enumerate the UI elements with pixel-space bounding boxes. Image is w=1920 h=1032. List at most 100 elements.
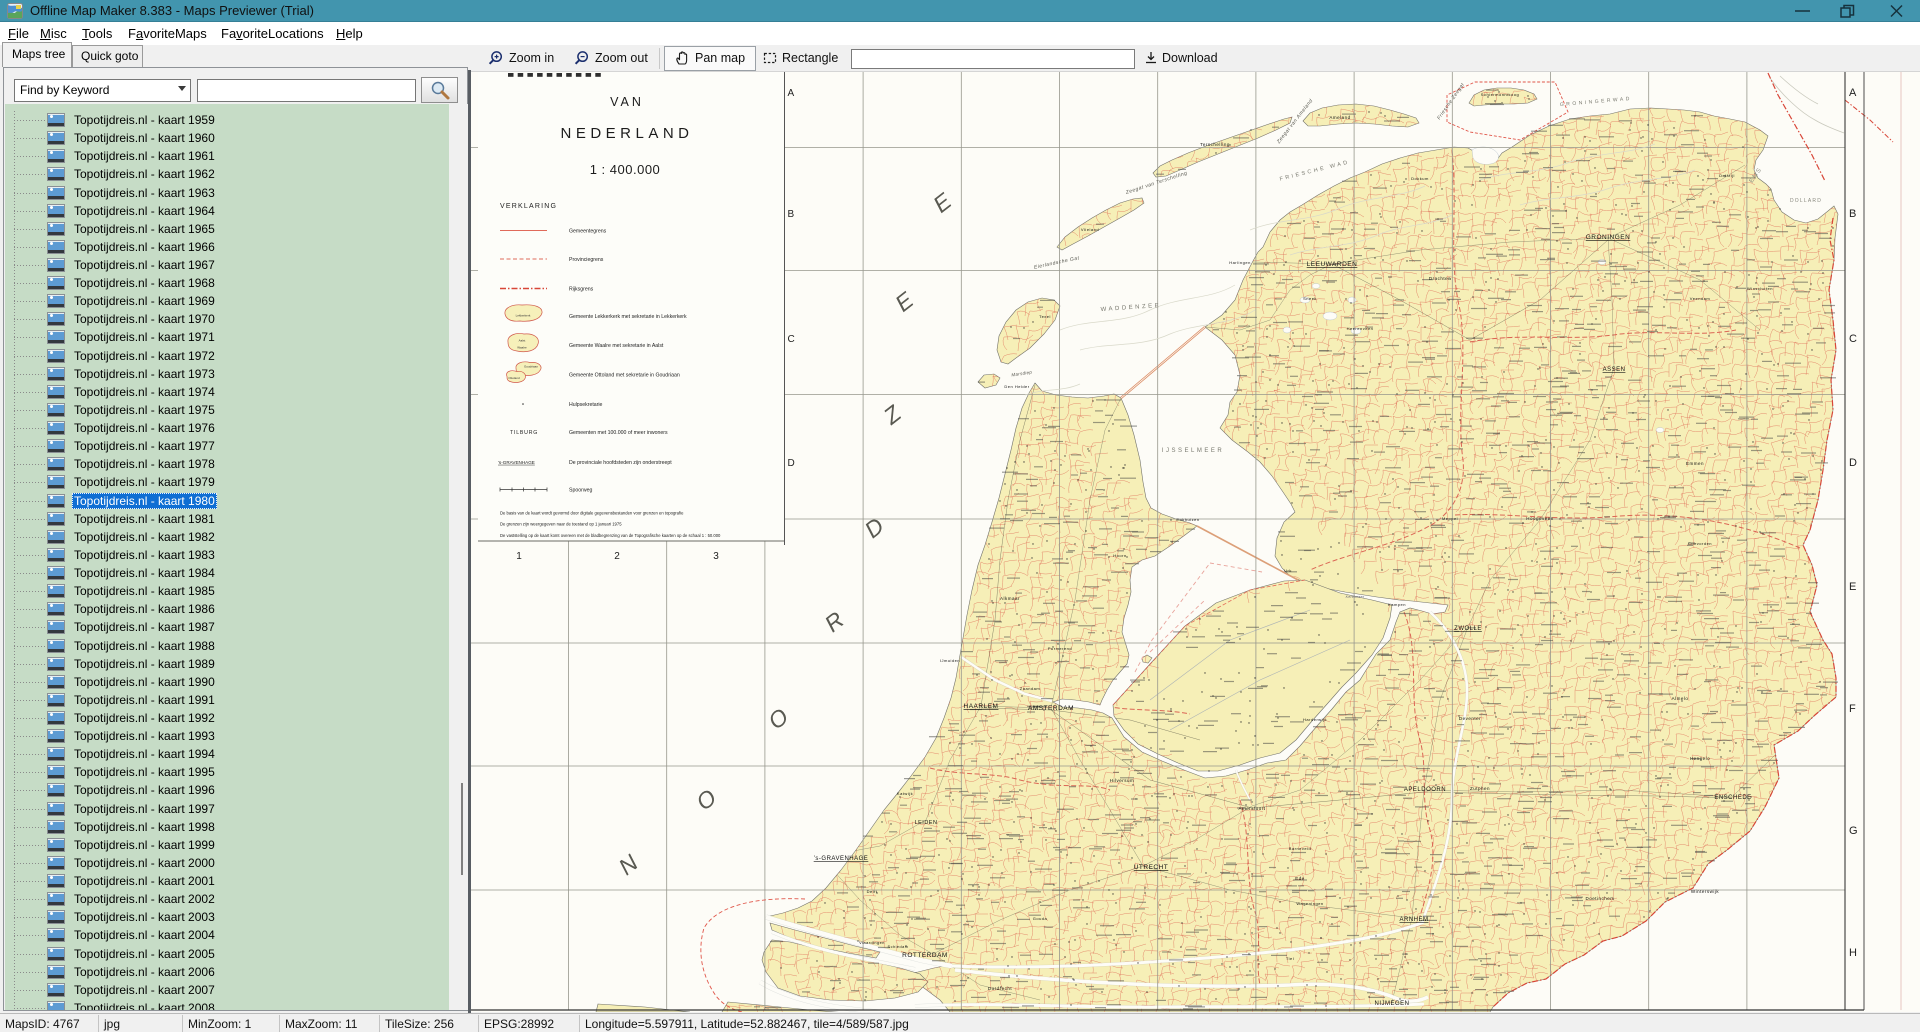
svg-text:VERKLARING: VERKLARING bbox=[500, 203, 557, 210]
svg-text:Delft: Delft bbox=[867, 889, 878, 894]
svg-text:Vlaardingen: Vlaardingen bbox=[859, 941, 885, 945]
svg-text:Goudriaan: Goudriaan bbox=[524, 365, 538, 369]
svg-text:Tiel: Tiel bbox=[1286, 956, 1294, 961]
svg-text:D: D bbox=[1849, 457, 1857, 469]
svg-text:Provinciegrens: Provinciegrens bbox=[569, 257, 604, 263]
svg-text:B: B bbox=[788, 209, 795, 220]
svg-text:Zutphen: Zutphen bbox=[1470, 786, 1490, 791]
svg-text:A: A bbox=[788, 88, 795, 99]
svg-text:Heerenveen: Heerenveen bbox=[1347, 326, 1374, 331]
svg-text:Texel: Texel bbox=[1039, 314, 1051, 319]
svg-text:Katwijk: Katwijk bbox=[897, 791, 913, 796]
svg-text:Hulpsekretarie: Hulpsekretarie bbox=[569, 402, 603, 408]
svg-text:Doetinchem: Doetinchem bbox=[1585, 896, 1614, 901]
svg-text:Drachten: Drachten bbox=[1429, 276, 1451, 281]
svg-text:IJSSELMEER: IJSSELMEER bbox=[1162, 448, 1224, 454]
svg-text:Sneek: Sneek bbox=[1303, 296, 1317, 301]
svg-text:Winschoten: Winschoten bbox=[1747, 286, 1773, 291]
svg-text:NEDERLAND: NEDERLAND bbox=[560, 125, 693, 142]
svg-text:Vlieland: Vlieland bbox=[1081, 227, 1099, 232]
svg-text:3: 3 bbox=[713, 551, 719, 562]
svg-text:Den Helder: Den Helder bbox=[1004, 384, 1029, 389]
svg-text:Terschelling: Terschelling bbox=[1200, 142, 1230, 147]
svg-text:VAN: VAN bbox=[610, 95, 644, 109]
svg-text:LEIDEN: LEIDEN bbox=[915, 820, 938, 826]
svg-text:Barneveld: Barneveld bbox=[1289, 846, 1312, 851]
svg-text:Gemeente Ottoland met sekretar: Gemeente Ottoland met sekretarie in Goud… bbox=[569, 372, 680, 378]
svg-text:Wageningen: Wageningen bbox=[1296, 901, 1323, 906]
svg-text:Emmen: Emmen bbox=[1686, 461, 1704, 466]
svg-text:HAARLEM: HAARLEM bbox=[964, 703, 999, 710]
svg-text:G: G bbox=[1849, 825, 1858, 837]
svg-text:ASSEN: ASSEN bbox=[1603, 367, 1626, 373]
svg-text:E: E bbox=[1849, 581, 1856, 593]
svg-text:De vaststelling op de kaart ko: De vaststelling op de kaart komt overeen… bbox=[500, 533, 721, 538]
svg-text:Gemeenten met 100.000 of meer: Gemeenten met 100.000 of meer inwoners bbox=[569, 430, 668, 436]
svg-text:Purmerend: Purmerend bbox=[1048, 646, 1072, 651]
svg-text:’s-GRAVENHAGE: ’s-GRAVENHAGE bbox=[814, 856, 869, 862]
svg-text:Almelo: Almelo bbox=[1672, 696, 1689, 701]
svg-text:Gouda: Gouda bbox=[1033, 916, 1048, 921]
svg-text:Gemeente Lekkerkerk met sekret: Gemeente Lekkerkerk met sekretarie in Le… bbox=[569, 314, 687, 320]
svg-text:Harderwijk: Harderwijk bbox=[1303, 717, 1327, 722]
svg-text:Coevorden: Coevorden bbox=[1688, 541, 1712, 546]
svg-text:Dordrecht: Dordrecht bbox=[988, 986, 1013, 991]
svg-text:’s-GRAVENHAGE: ’s-GRAVENHAGE bbox=[498, 460, 535, 465]
svg-text:Hoorn: Hoorn bbox=[1113, 553, 1126, 558]
svg-text:Rijksgrens: Rijksgrens bbox=[569, 286, 594, 292]
svg-text:ZWOLLE: ZWOLLE bbox=[1454, 626, 1482, 632]
svg-text:LEEUWARDEN: LEEUWARDEN bbox=[1307, 261, 1358, 268]
svg-text:Aalst: Aalst bbox=[519, 339, 526, 343]
svg-text:De grenzen zijn weergegeven na: De grenzen zijn weergegeven naar de toes… bbox=[500, 522, 622, 527]
svg-text:Schiermonnikoog: Schiermonnikoog bbox=[1481, 92, 1519, 97]
svg-text:1 : 400.000: 1 : 400.000 bbox=[590, 162, 661, 177]
svg-text:Alkmaar: Alkmaar bbox=[1000, 596, 1020, 601]
svg-text:Waalre: Waalre bbox=[517, 346, 527, 350]
svg-text:Schiedam: Schiedam bbox=[888, 945, 909, 949]
svg-text:ARNHEM: ARNHEM bbox=[1399, 917, 1428, 923]
svg-text:Amersfoort: Amersfoort bbox=[1238, 806, 1265, 811]
svg-text:Dokkum: Dokkum bbox=[1411, 176, 1429, 181]
svg-text:C: C bbox=[788, 334, 795, 345]
svg-text:GRONINGEN: GRONINGEN bbox=[1586, 234, 1631, 241]
svg-text:B: B bbox=[1849, 208, 1856, 220]
svg-text:1: 1 bbox=[516, 551, 522, 562]
svg-text:Ameland: Ameland bbox=[1329, 115, 1350, 120]
svg-text:ROTTERDAM: ROTTERDAM bbox=[902, 952, 948, 959]
svg-text:AMSTERDAM: AMSTERDAM bbox=[1028, 705, 1074, 712]
svg-text:A: A bbox=[1849, 87, 1857, 99]
svg-text:2: 2 bbox=[614, 551, 620, 562]
svg-text:Harlingen: Harlingen bbox=[1229, 260, 1251, 265]
svg-text:F: F bbox=[1849, 703, 1856, 715]
svg-text:NIJMEGEN: NIJMEGEN bbox=[1374, 1001, 1409, 1007]
svg-text:Kampen: Kampen bbox=[1388, 602, 1406, 607]
svg-text:IJmuiden: IJmuiden bbox=[940, 658, 960, 663]
svg-text:UTRECHT: UTRECHT bbox=[1134, 864, 1169, 871]
svg-text:Hengelo: Hengelo bbox=[1690, 756, 1710, 761]
svg-text:Hoogeveen: Hoogeveen bbox=[1526, 516, 1554, 521]
svg-text:De basis van de kaart wordt ge: De basis van de kaart wordt gevormd door… bbox=[500, 511, 684, 516]
svg-text:Enkhuizen: Enkhuizen bbox=[1176, 517, 1199, 522]
svg-text:Meppel: Meppel bbox=[1442, 516, 1458, 521]
svg-text:H: H bbox=[1849, 947, 1857, 959]
svg-text:DOLLARD: DOLLARD bbox=[1790, 198, 1822, 204]
svg-text:TILBURG: TILBURG bbox=[510, 430, 538, 436]
svg-text:Veendam: Veendam bbox=[1690, 296, 1711, 301]
svg-text:Hilversum: Hilversum bbox=[1110, 778, 1135, 783]
svg-text:Ede: Ede bbox=[1295, 876, 1305, 881]
svg-text:C: C bbox=[1849, 333, 1857, 345]
svg-text:APELDOORN: APELDOORN bbox=[1404, 787, 1446, 793]
svg-text:Delfzijl: Delfzijl bbox=[1719, 173, 1735, 178]
svg-text:Lekkerkerk: Lekkerkerk bbox=[516, 314, 531, 318]
svg-text:Gemeente Waalre met sekretarie: Gemeente Waalre met sekretarie in Aalst bbox=[569, 343, 664, 349]
svg-text:Gemeentegrens: Gemeentegrens bbox=[569, 228, 607, 234]
svg-text:D: D bbox=[788, 458, 795, 469]
svg-text:Zaandam: Zaandam bbox=[1020, 686, 1041, 691]
svg-text:De provinciale hoofdsteden zij: De provinciale hoofdsteden zijn onderstr… bbox=[569, 460, 672, 466]
svg-text:Spoorweg: Spoorweg bbox=[569, 487, 592, 493]
svg-text:Ottoland: Ottoland bbox=[508, 376, 520, 380]
svg-text:Ketelmeer: Ketelmeer bbox=[1346, 595, 1365, 599]
svg-text:Deventer: Deventer bbox=[1459, 716, 1481, 721]
svg-text:ENSCHEDE: ENSCHEDE bbox=[1714, 795, 1751, 801]
svg-text:Urk: Urk bbox=[1284, 568, 1292, 573]
